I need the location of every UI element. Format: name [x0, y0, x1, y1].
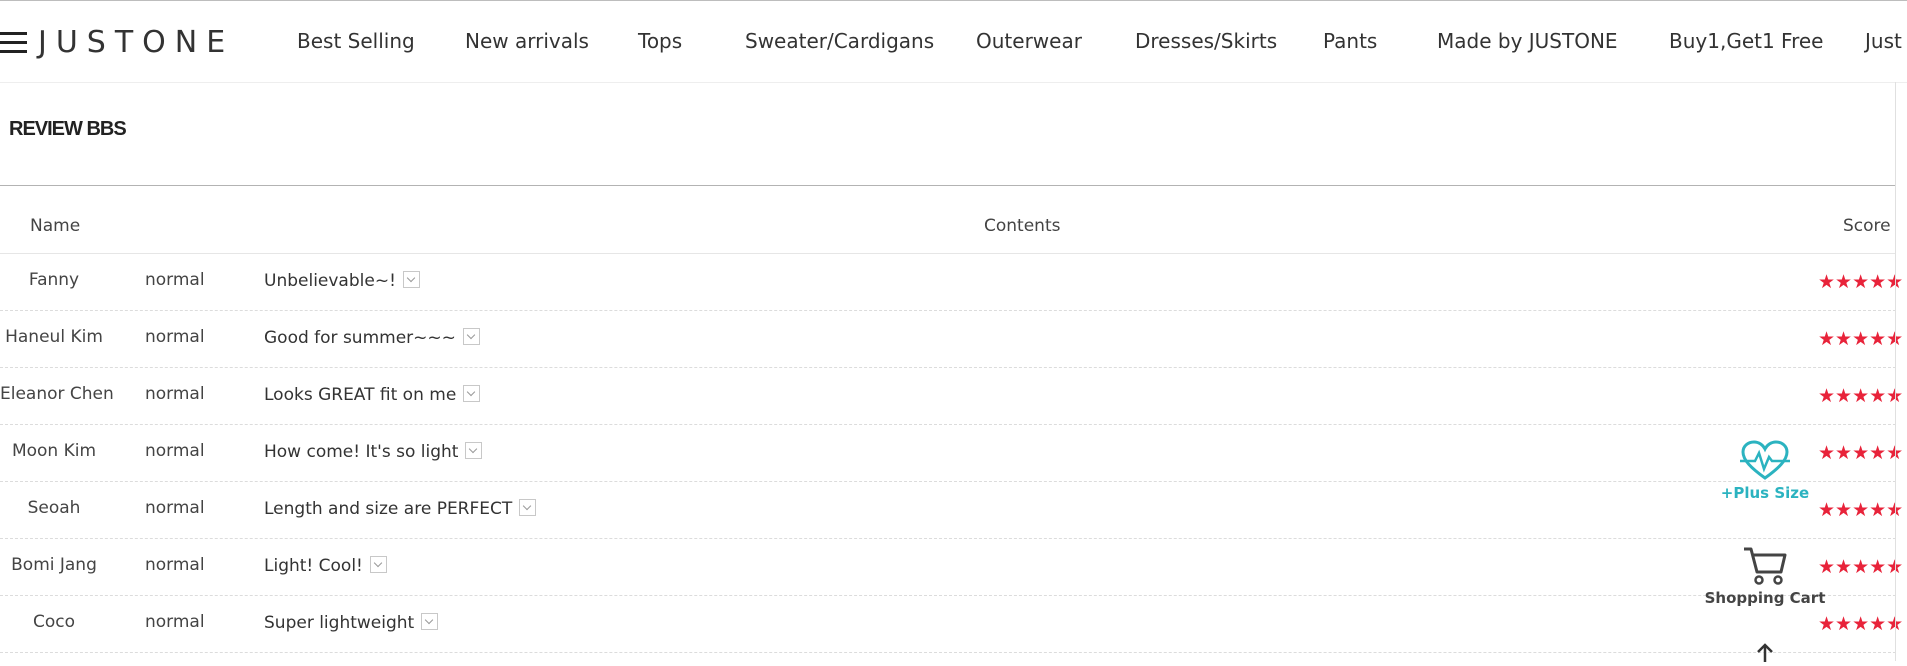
star-icon: ★★★★★ — [1818, 442, 1904, 464]
star-icon: ★★★★★ — [1818, 271, 1904, 293]
star-icon: ★★★★★ — [1818, 556, 1904, 578]
site-header: JUSTONE Best Selling New arrivals Tops S… — [0, 1, 1907, 83]
shopping-cart-button[interactable]: Shopping Cart — [1700, 546, 1830, 607]
review-content-link[interactable]: Super lightweight — [264, 612, 439, 633]
chevron-down-icon[interactable] — [369, 555, 387, 573]
review-type: normal — [145, 441, 205, 461]
reviewer-name: Moon Kim — [11, 441, 97, 461]
chevron-down-icon[interactable] — [463, 384, 481, 402]
review-content-link[interactable]: How come! It's so light — [264, 441, 483, 462]
review-content-link[interactable]: Light! Cool! — [264, 555, 387, 576]
main-nav: Best Selling New arrivals Tops Sweater/C… — [0, 1, 1907, 83]
plus-size-button[interactable]: +Plus Size — [1700, 440, 1830, 502]
page-title: REVIEW BBS — [9, 118, 127, 140]
scrollbar-track[interactable] — [1895, 82, 1896, 661]
review-type: normal — [145, 555, 205, 575]
review-content-link[interactable]: Looks GREAT fit on me — [264, 384, 481, 405]
column-header-score: Score — [1843, 216, 1891, 236]
table-row: Bomi Jang normal Light! Cool! ★★★★★ — [0, 539, 1907, 596]
nav-tops[interactable]: Tops — [638, 29, 682, 53]
table-row: Coco normal Super lightweight ★★★★★ — [0, 596, 1907, 653]
review-content-text: Looks GREAT fit on me — [264, 385, 457, 405]
review-content-text: Length and size are PERFECT — [264, 499, 513, 519]
chevron-down-icon[interactable] — [519, 498, 537, 516]
column-header-name: Name — [30, 216, 81, 236]
review-content-link[interactable]: Unbelievable~! — [264, 270, 420, 291]
review-content-text: How come! It's so light — [264, 442, 459, 462]
review-type: normal — [145, 612, 205, 632]
reviewer-name: Coco — [32, 612, 76, 632]
review-content-text: Good for summer~~~ — [264, 328, 456, 348]
review-content-link[interactable]: Good for summer~~~ — [264, 327, 480, 348]
review-type: normal — [145, 384, 205, 404]
review-content-text: Light! Cool! — [264, 556, 363, 576]
shopping-cart-label: Shopping Cart — [1704, 589, 1826, 607]
table-row: Moon Kim normal How come! It's so light … — [0, 425, 1907, 482]
chevron-down-icon[interactable] — [462, 327, 480, 345]
chevron-down-icon[interactable] — [465, 441, 483, 459]
scroll-top-button[interactable] — [1700, 642, 1830, 666]
review-type: normal — [145, 270, 205, 290]
star-icon: ★★★★★ — [1818, 613, 1904, 635]
nav-buy1-get1-free[interactable]: Buy1,Get1 Free — [1669, 29, 1823, 53]
star-icon: ★★★★★ — [1818, 328, 1904, 350]
reviewer-name: Haneul Kim — [5, 327, 103, 347]
table-row: Eleanor Chen normal Looks GREAT fit on m… — [0, 368, 1907, 425]
review-content-link[interactable]: Length and size are PERFECT — [264, 498, 537, 519]
nav-just[interactable]: Just — [1865, 29, 1902, 53]
nav-outerwear[interactable]: Outerwear — [976, 29, 1082, 53]
nav-sweater-cardigans[interactable]: Sweater/Cardigans — [745, 29, 934, 53]
nav-new-arrivals[interactable]: New arrivals — [465, 29, 589, 53]
arrow-up-icon — [1757, 643, 1773, 662]
table-row: Fanny normal Unbelievable~! ★★★★★ — [0, 254, 1907, 311]
reviewer-name: Eleanor Chen — [0, 384, 114, 404]
reviewer-name: Seoah — [27, 498, 81, 518]
review-type: normal — [145, 498, 205, 518]
column-header-contents: Contents — [984, 216, 1061, 236]
review-type: normal — [145, 327, 205, 347]
table-row: Seoah normal Length and size are PERFECT… — [0, 482, 1907, 539]
reviewer-name: Fanny — [28, 270, 80, 290]
chevron-down-icon[interactable] — [421, 612, 439, 630]
nav-dresses-skirts[interactable]: Dresses/Skirts — [1135, 29, 1277, 53]
nav-best-selling[interactable]: Best Selling — [297, 29, 415, 53]
shopping-cart-icon — [1744, 547, 1787, 585]
nav-made-by-justone[interactable]: Made by JUSTONE — [1437, 29, 1618, 53]
title-divider — [0, 185, 1896, 186]
heart-pulse-icon — [1740, 440, 1790, 480]
chevron-down-icon[interactable] — [402, 270, 420, 288]
table-row: Haneul Kim normal Good for summer~~~ ★★★… — [0, 311, 1907, 368]
row-divider — [0, 652, 1896, 653]
reviewer-name: Bomi Jang — [11, 555, 97, 575]
star-icon: ★★★★★ — [1818, 499, 1904, 521]
plus-size-label: +Plus Size — [1720, 484, 1810, 502]
review-content-text: Super lightweight — [264, 613, 415, 633]
review-content-text: Unbelievable~! — [264, 271, 396, 291]
nav-pants[interactable]: Pants — [1323, 29, 1377, 53]
star-icon: ★★★★★ — [1818, 385, 1904, 407]
